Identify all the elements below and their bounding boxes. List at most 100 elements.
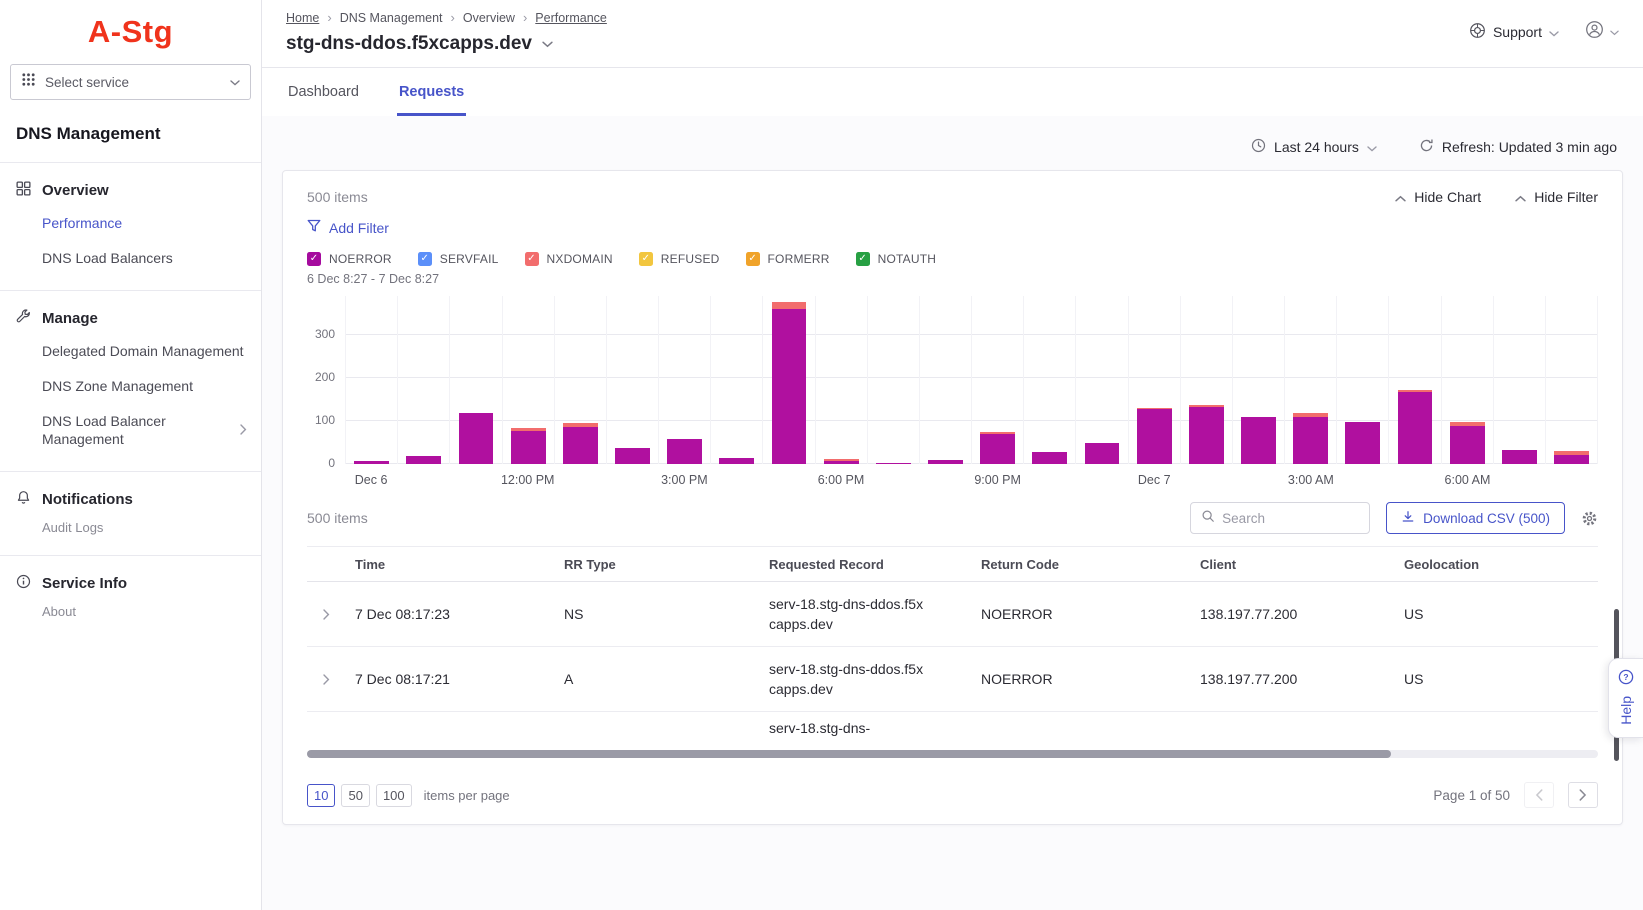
breadcrumb-performance[interactable]: Performance (535, 11, 607, 25)
sidebar-group-service-info[interactable]: Service Info (0, 568, 261, 599)
group-label: Manage (42, 310, 98, 327)
table-header-row: Time RR Type Requested Record Return Cod… (307, 546, 1598, 582)
filter-label: NOTAUTH (878, 252, 937, 266)
cell-geolocation: US (1404, 661, 1598, 697)
page-info: Page 1 of 50 (1433, 788, 1510, 803)
chart-bar[interactable] (971, 296, 1023, 464)
chevron-down-icon (1549, 24, 1559, 40)
page-size-100[interactable]: 100 (376, 784, 412, 807)
sidebar-item-delegated-domain-management[interactable]: Delegated Domain Management (0, 334, 261, 369)
sidebar-item-dns-zone-management[interactable]: DNS Zone Management (0, 369, 261, 404)
time-range-selector[interactable]: Last 24 hours (1251, 138, 1377, 156)
chart-bar[interactable] (815, 296, 867, 464)
refresh-button[interactable]: Refresh: Updated 3 min ago (1419, 138, 1617, 156)
filter-checkbox-refused[interactable]: ✓REFUSED (639, 252, 720, 266)
hide-chart-toggle[interactable]: Hide Chart (1395, 189, 1481, 205)
chart-bar[interactable] (658, 296, 710, 464)
horizontal-scrollbar[interactable] (307, 750, 1598, 758)
help-tab[interactable]: ? Help (1608, 658, 1643, 738)
checkbox-icon[interactable]: ✓ (856, 252, 870, 266)
page-size-10[interactable]: 10 (307, 784, 335, 807)
filter-checkbox-formerr[interactable]: ✓FORMERR (746, 252, 830, 266)
search-box (1190, 502, 1370, 534)
chart-bar[interactable] (1493, 296, 1545, 464)
checkbox-icon[interactable]: ✓ (639, 252, 653, 266)
chart-bar[interactable] (1545, 296, 1597, 464)
chart-bar[interactable] (1336, 296, 1388, 464)
x-axis-label: 6:00 AM (1445, 473, 1491, 487)
horizontal-scrollbar-thumb[interactable] (307, 750, 1391, 758)
checkbox-icon[interactable]: ✓ (418, 252, 432, 266)
chart-bar[interactable] (449, 296, 501, 464)
chart-bar[interactable] (397, 296, 449, 464)
title-dropdown-chevron-icon[interactable] (542, 35, 553, 53)
cell-return-code: NOERROR (981, 661, 1200, 697)
row-expand-button[interactable] (307, 664, 355, 695)
service-selector[interactable]: Select service (10, 64, 251, 100)
chart-bar[interactable] (345, 296, 397, 464)
sidebar-group-manage[interactable]: Manage (0, 303, 261, 334)
tab-requests[interactable]: Requests (397, 68, 466, 116)
chart-bar[interactable] (1075, 296, 1127, 464)
chart-bar[interactable] (710, 296, 762, 464)
chart-bar[interactable] (1180, 296, 1232, 464)
tab-dashboard[interactable]: Dashboard (286, 68, 361, 116)
table-settings-button[interactable] (1581, 510, 1598, 527)
app-window: A-Stg Select service DNS Management Over… (0, 0, 1643, 910)
next-page-button[interactable] (1568, 782, 1598, 808)
sidebar-item-dns-load-balancers[interactable]: DNS Load Balancers (0, 241, 261, 276)
brand-logo[interactable]: A-Stg (0, 0, 261, 60)
checkbox-icon[interactable]: ✓ (746, 252, 760, 266)
checkbox-icon[interactable]: ✓ (307, 252, 321, 266)
y-axis-label: 100 (315, 413, 335, 427)
chart-bar[interactable] (502, 296, 554, 464)
breadcrumb-home[interactable]: Home (286, 11, 319, 25)
breadcrumb-overview[interactable]: Overview (463, 11, 515, 25)
page-title: stg-dns-ddos.f5xcapps.dev (286, 33, 532, 55)
user-menu[interactable] (1585, 20, 1619, 44)
avatar-icon (1585, 20, 1604, 44)
prev-page-button[interactable] (1524, 782, 1554, 808)
x-axis-label: Dec 6 (355, 473, 388, 487)
row-expand-button[interactable] (307, 599, 355, 630)
return-code-filters: ✓NOERROR ✓SERVFAIL ✓NXDOMAIN ✓REFUSED ✓FORME… (307, 252, 1598, 266)
sidebar-item-audit-logs[interactable]: Audit Logs (0, 515, 261, 541)
sidebar-item-about[interactable]: About (0, 599, 261, 625)
bar-segment-noerror (1398, 392, 1433, 464)
chart-bar[interactable] (1388, 296, 1440, 464)
sidebar-item-dns-load-balancer-management[interactable]: DNS Load Balancer Management (0, 404, 261, 458)
chart-bar[interactable] (606, 296, 658, 464)
sidebar-group-overview[interactable]: Overview (0, 175, 261, 206)
per-page-label: items per page (424, 788, 510, 803)
sidebar-item-performance[interactable]: Performance (0, 206, 261, 241)
search-input[interactable] (1222, 511, 1359, 526)
cell-geolocation: US (1404, 596, 1598, 632)
page-size-50[interactable]: 50 (341, 784, 369, 807)
hide-filter-toggle[interactable]: Hide Filter (1515, 189, 1598, 205)
download-csv-button[interactable]: Download CSV (500) (1386, 502, 1565, 534)
breadcrumb-dns-management[interactable]: DNS Management (340, 11, 443, 25)
chart-bar[interactable] (867, 296, 919, 464)
filter-checkbox-servfail[interactable]: ✓SERVFAIL (418, 252, 499, 266)
filter-checkbox-nxdomain[interactable]: ✓NXDOMAIN (525, 252, 613, 266)
bell-icon (16, 490, 31, 509)
download-icon (1401, 510, 1415, 527)
chart-bar[interactable] (762, 296, 814, 464)
table-row: 7 Dec 08:17:23NSserv-18.stg-dns-ddos.f5x… (307, 582, 1598, 647)
chart-bar[interactable] (1232, 296, 1284, 464)
filter-checkbox-noerror[interactable]: ✓NOERROR (307, 252, 392, 266)
cell-client: 138.197.77.200 (1200, 661, 1404, 697)
chart-bar[interactable] (919, 296, 971, 464)
filter-checkbox-notauth[interactable]: ✓ NOTAUTH (856, 252, 937, 266)
chart-bar[interactable] (1441, 296, 1493, 464)
chart-bar[interactable] (554, 296, 606, 464)
checkbox-icon[interactable]: ✓ (525, 252, 539, 266)
sidebar-group-notifications[interactable]: Notifications (0, 484, 261, 515)
add-filter-button[interactable]: Add Filter (307, 219, 389, 236)
clock-icon (1251, 138, 1266, 156)
chart-bar[interactable] (1023, 296, 1075, 464)
chart-bar[interactable] (1284, 296, 1336, 464)
chart-bar[interactable] (1128, 296, 1180, 464)
support-menu[interactable]: Support (1469, 22, 1559, 42)
column-header-client: Client (1200, 557, 1404, 572)
